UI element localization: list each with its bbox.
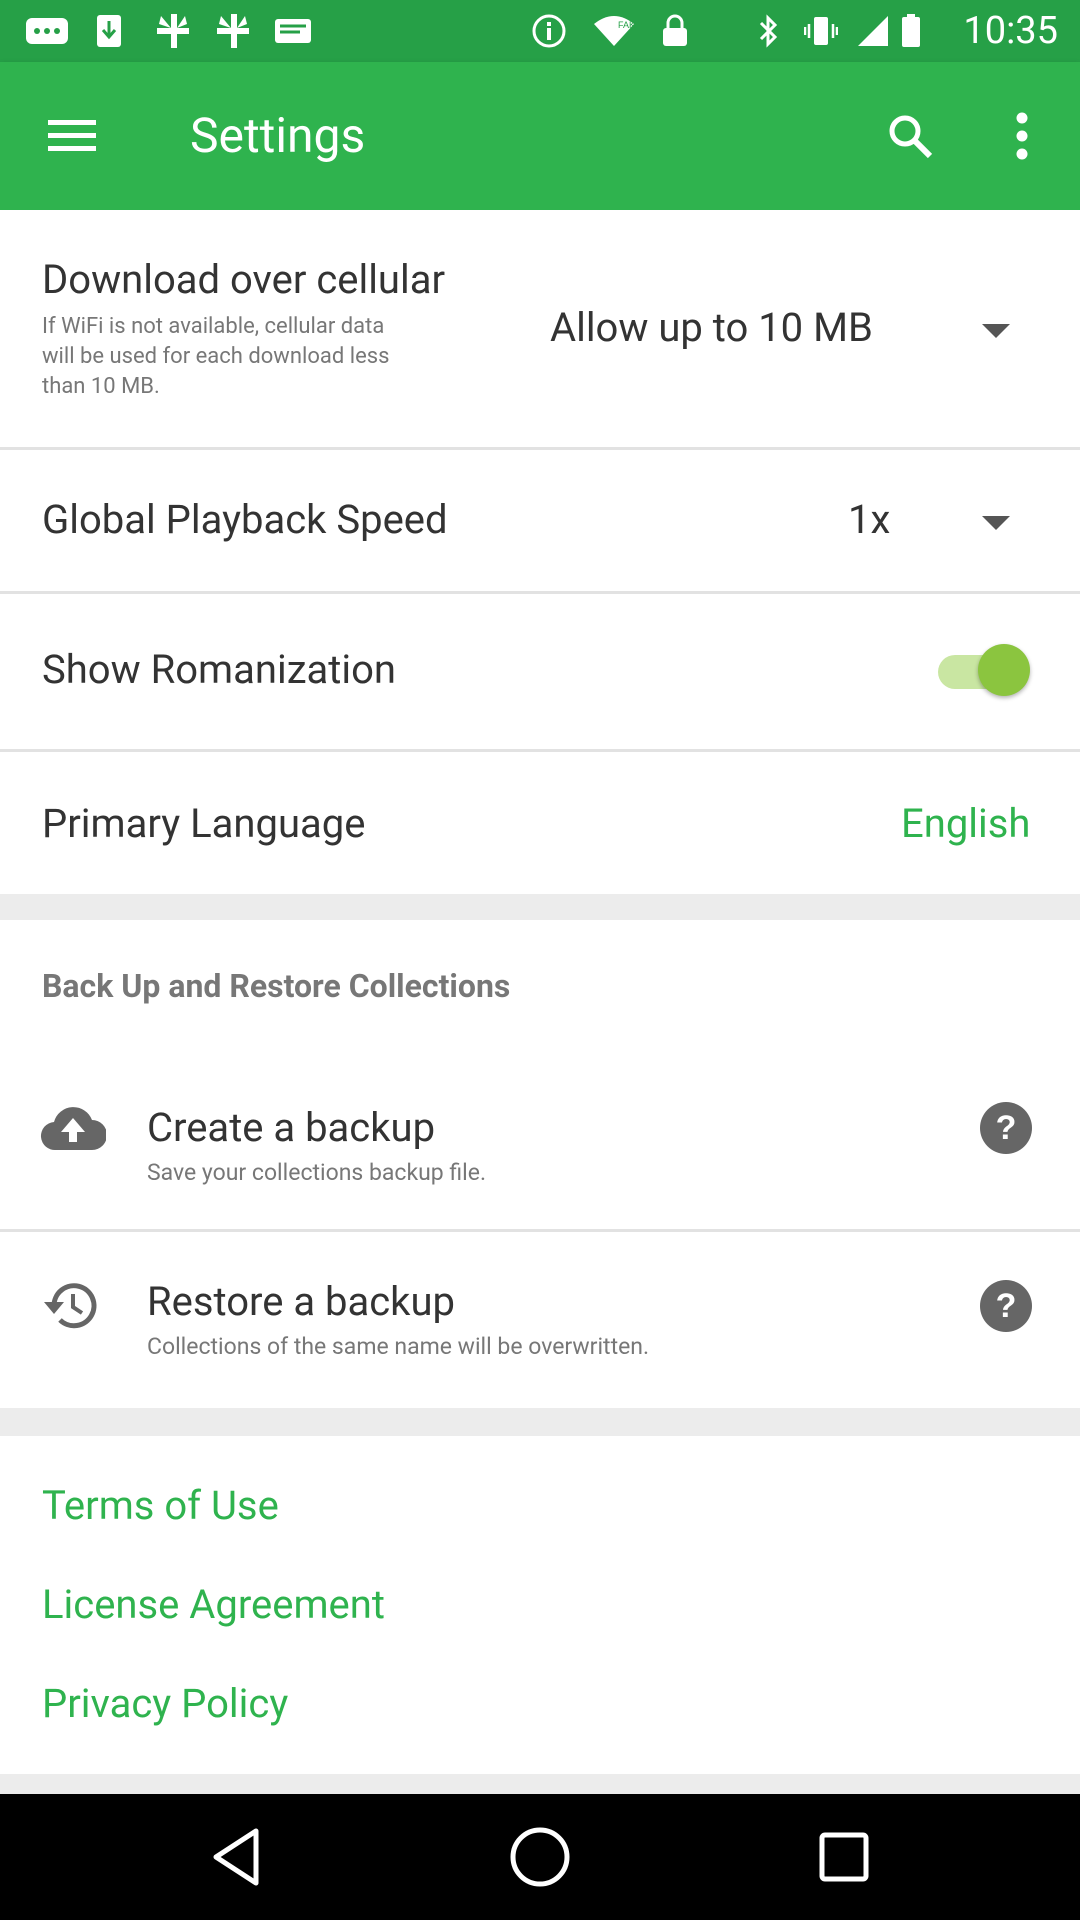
navigation-bar: [0, 1794, 1080, 1920]
mail-icon: [274, 14, 312, 48]
chevron-down-icon[interactable]: [982, 324, 1010, 338]
wifi-icon: FAKE: [592, 14, 636, 48]
create-backup-item[interactable]: Create a backup Save your collections ba…: [0, 1060, 1080, 1228]
restore-backup-title: Restore a backup: [147, 1278, 455, 1325]
help-icon[interactable]: ?: [980, 1102, 1032, 1154]
setting-subtitle: than 10 MB.: [42, 374, 160, 399]
setting-show-romanization[interactable]: Show Romanization: [0, 594, 1080, 749]
pinwheel-icon: [156, 14, 190, 48]
battery-icon: [900, 14, 922, 48]
section-gap: [0, 1408, 1080, 1436]
setting-primary-language[interactable]: Primary Language English: [0, 752, 1080, 894]
setting-subtitle: will be used for each download less: [42, 344, 390, 369]
cellular-limit-dropdown[interactable]: Allow up to 10 MB: [550, 304, 873, 352]
recents-icon[interactable]: [804, 1817, 884, 1897]
privacy-policy-link[interactable]: Privacy Policy: [42, 1680, 288, 1728]
search-icon[interactable]: [874, 100, 946, 172]
home-icon[interactable]: [500, 1817, 580, 1897]
status-time: 10:35: [963, 9, 1058, 53]
create-backup-title: Create a backup: [147, 1104, 436, 1151]
restore-backup-subtitle: Collections of the same name will be ove…: [147, 1333, 650, 1360]
chevron-down-icon[interactable]: [982, 516, 1010, 530]
playback-speed-dropdown[interactable]: 1x: [848, 496, 890, 544]
setting-title: Global Playback Speed: [42, 496, 448, 543]
menu-icon[interactable]: [36, 100, 108, 172]
vibrate-icon: [804, 14, 838, 48]
setting-subtitle: If WiFi is not available, cellular data: [42, 314, 385, 339]
help-icon[interactable]: ?: [980, 1280, 1032, 1332]
page-title: Settings: [190, 107, 366, 164]
terms-of-use-link[interactable]: Terms of Use: [42, 1482, 279, 1530]
setting-title: Download over cellular: [42, 256, 446, 303]
restore-backup-item[interactable]: Restore a backup Collections of the same…: [0, 1232, 1080, 1408]
lock-icon: [660, 14, 690, 48]
toggle-thumb[interactable]: [978, 644, 1030, 696]
section-gap: [0, 894, 1080, 920]
setting-download-cellular[interactable]: Download over cellular If WiFi is not av…: [0, 210, 1080, 446]
app-bar: Settings: [0, 62, 1080, 210]
create-backup-subtitle: Save your collections backup file.: [147, 1159, 487, 1186]
svg-text:?: ?: [996, 1109, 1017, 1147]
section-gap: [0, 1774, 1080, 1794]
svg-text:FAKE: FAKE: [618, 20, 636, 30]
section-header: Back Up and Restore Collections: [42, 967, 511, 1005]
cloud-upload-icon: [40, 1102, 107, 1152]
message-icon: [22, 14, 72, 48]
download-icon: [94, 14, 124, 48]
restore-icon: [40, 1280, 100, 1332]
status-bar: FAKE 10:35: [0, 0, 1080, 62]
back-icon[interactable]: [196, 1817, 276, 1897]
setting-title: Show Romanization: [42, 646, 397, 693]
setting-playback-speed[interactable]: Global Playback Speed 1x: [0, 450, 1080, 591]
signal-icon: [856, 14, 890, 48]
primary-language-value[interactable]: English: [901, 800, 1030, 848]
svg-text:?: ?: [996, 1287, 1017, 1325]
pinwheel-icon: [216, 14, 250, 48]
bluetooth-icon: [756, 14, 782, 48]
info-icon: [532, 14, 566, 48]
setting-title: Primary Language: [42, 800, 366, 847]
overflow-menu-icon[interactable]: [986, 100, 1058, 172]
license-agreement-link[interactable]: License Agreement: [42, 1581, 385, 1629]
